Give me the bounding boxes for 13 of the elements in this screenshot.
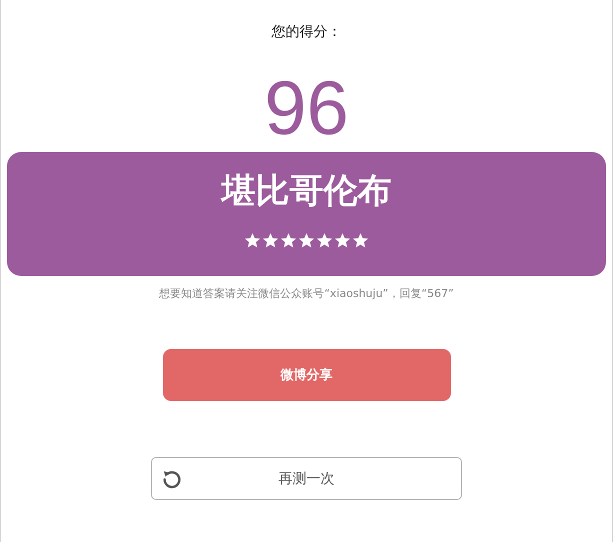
score-value: 96	[264, 69, 349, 149]
result-title: 堪比哥伦布	[222, 170, 392, 213]
star-icon	[334, 232, 351, 249]
retry-button[interactable]: 再测一次	[151, 457, 462, 500]
star-icon	[280, 232, 297, 249]
star-icon	[352, 232, 369, 249]
undo-icon	[161, 468, 183, 490]
hint-text: 想要知道答案请关注微信公众账号“xiaoshuju”，回复“567”	[159, 287, 454, 301]
star-icon	[316, 232, 333, 249]
star-icon	[244, 232, 261, 249]
star-icon	[262, 232, 279, 249]
score-label: 您的得分：	[272, 23, 342, 41]
star-icon	[298, 232, 315, 249]
